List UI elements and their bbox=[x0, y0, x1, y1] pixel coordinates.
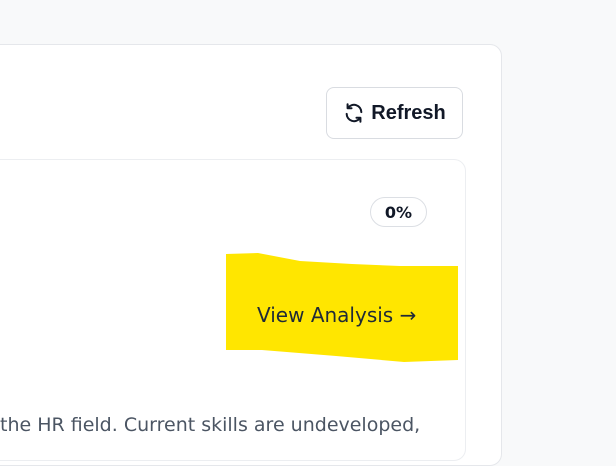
refresh-icon bbox=[343, 102, 365, 124]
refresh-button-label: Refresh bbox=[371, 101, 446, 124]
refresh-button[interactable]: Refresh bbox=[326, 87, 463, 139]
progress-badge: 0% bbox=[370, 197, 427, 227]
view-analysis-link[interactable]: View Analysis → bbox=[257, 300, 416, 330]
analysis-description: the HR field. Current skills are undevel… bbox=[0, 414, 421, 436]
